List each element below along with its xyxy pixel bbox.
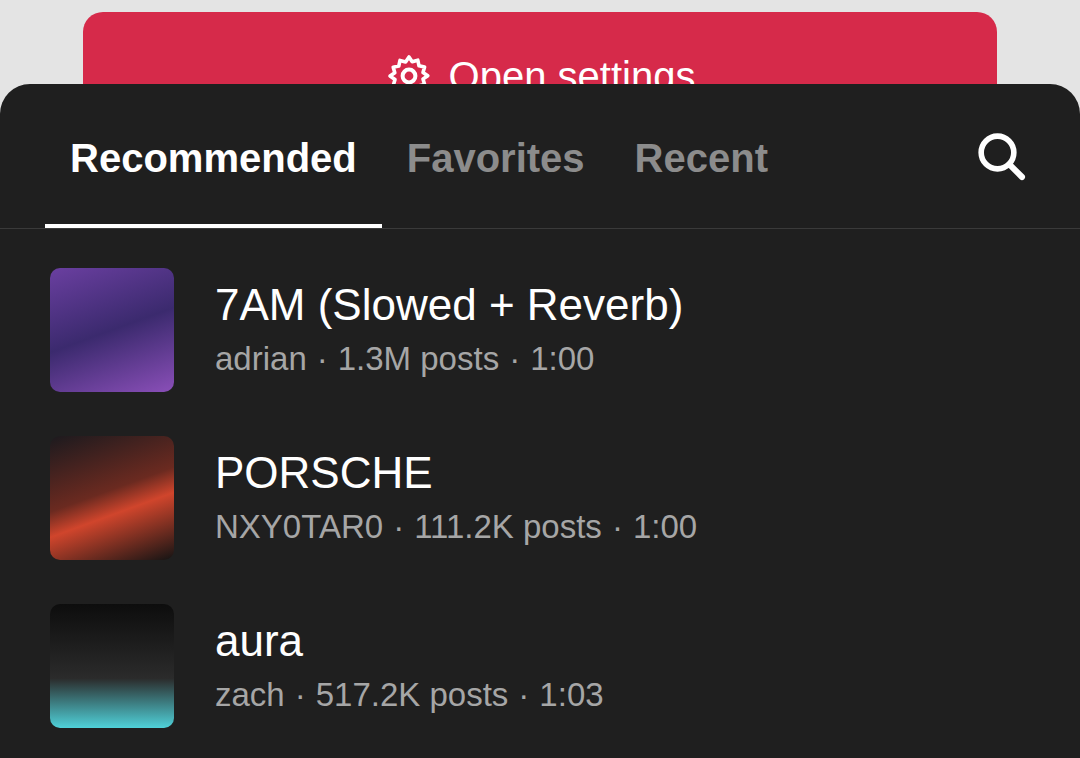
track-row[interactable]: aurazach·517.2K posts·1:03: [0, 582, 1080, 750]
track-info: aurazach·517.2K posts·1:03: [215, 615, 604, 717]
track-meta: zach·517.2K posts·1:03: [215, 673, 604, 717]
track-artist: NXY0TAR0: [215, 505, 383, 549]
track-duration: 1:03: [539, 673, 603, 717]
separator: ·: [295, 673, 306, 717]
track-cover: [50, 268, 174, 392]
screen: Open settingsRecommendedFavoritesRecent7…: [0, 0, 1080, 758]
tab[interactable]: Recommended: [45, 84, 382, 228]
track-posts: 111.2K posts: [414, 505, 602, 549]
search-icon: [973, 128, 1029, 184]
track-info: 7AM (Slowed + Reverb)adrian·1.3M posts·1…: [215, 279, 683, 381]
separator: ·: [317, 337, 328, 381]
track-cover: [50, 436, 174, 560]
track-artist: zach: [215, 673, 285, 717]
track-title: 7AM (Slowed + Reverb): [215, 279, 683, 331]
track-meta: adrian·1.3M posts·1:00: [215, 337, 683, 381]
track-posts: 517.2K posts: [316, 673, 509, 717]
tab[interactable]: Favorites: [382, 84, 610, 228]
separator: ·: [393, 505, 404, 549]
separator: ·: [509, 337, 520, 381]
track-duration: 1:00: [530, 337, 594, 381]
track-meta: NXY0TAR0·111.2K posts·1:00: [215, 505, 697, 549]
sound-picker-sheet: RecommendedFavoritesRecent 7AM (Slowed + …: [0, 84, 1080, 758]
search-button[interactable]: [972, 127, 1030, 185]
track-title: PORSCHE: [215, 447, 697, 499]
track-posts: 1.3M posts: [338, 337, 499, 381]
track-info: PORSCHENXY0TAR0·111.2K posts·1:00: [215, 447, 697, 549]
track-row[interactable]: 7AM (Slowed + Reverb)adrian·1.3M posts·1…: [0, 246, 1080, 414]
separator: ·: [612, 505, 623, 549]
track-row[interactable]: PORSCHENXY0TAR0·111.2K posts·1:00: [0, 414, 1080, 582]
track-list: 7AM (Slowed + Reverb)adrian·1.3M posts·1…: [0, 229, 1080, 750]
track-artist: adrian: [215, 337, 307, 381]
track-cover: [50, 604, 174, 728]
track-title: aura: [215, 615, 604, 667]
track-duration: 1:00: [633, 505, 697, 549]
tab[interactable]: Recent: [610, 84, 793, 228]
tab-bar: RecommendedFavoritesRecent: [0, 84, 1080, 229]
separator: ·: [518, 673, 529, 717]
